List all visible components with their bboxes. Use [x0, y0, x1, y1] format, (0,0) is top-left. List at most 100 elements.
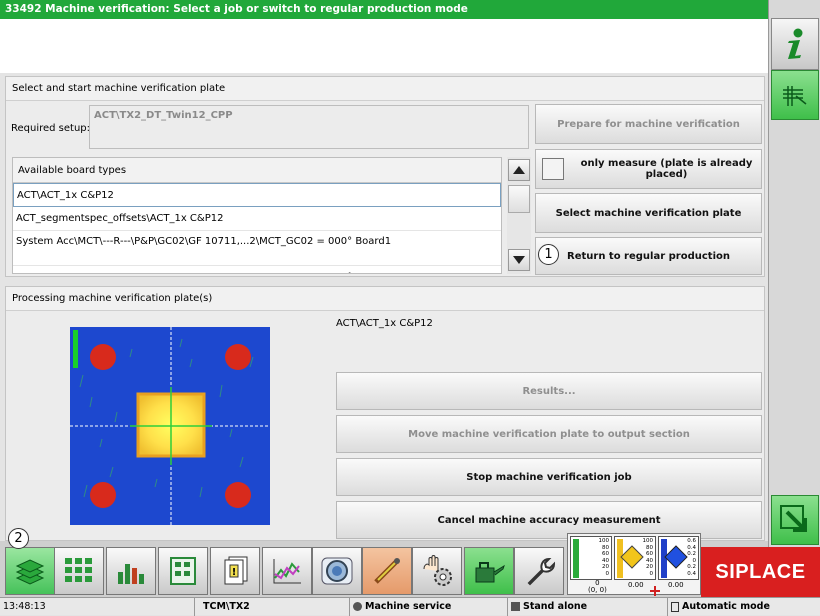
gauge-a: 100 80 60 40 20 0 — [570, 536, 612, 580]
return-production-button[interactable]: Return to regular production — [535, 237, 762, 275]
arrow-down-right-icon — [780, 505, 807, 532]
board-type-list[interactable]: Available board types ACT\ACT_1x C&P12 A… — [12, 157, 502, 274]
plate-camera-image — [70, 327, 270, 525]
board-list-header: Available board types — [13, 158, 501, 183]
marker-one: 1 — [538, 244, 559, 265]
hand-gear-icon — [423, 555, 452, 586]
right-toolbar — [768, 0, 820, 597]
scale-tick: 0.2 — [687, 551, 696, 557]
camera-lens-icon — [321, 557, 353, 585]
taskbar-tools-button[interactable] — [362, 547, 412, 595]
taskbar-wrench-button[interactable] — [514, 547, 564, 595]
required-setup-label: Required setup: — [11, 123, 91, 134]
user-icon — [353, 602, 362, 611]
wrench-icon — [527, 557, 555, 586]
crosshair-icon — [650, 586, 660, 596]
only-measure-checkbox[interactable]: only measure (plate is already placed) — [535, 149, 762, 189]
bar-chart-icon — [118, 564, 144, 584]
current-board-label: ACT\ACT_1x C&P12 — [336, 318, 433, 329]
scale-tick: 0 — [605, 570, 610, 577]
list-item[interactable]: System Acc\MCT\---R---\P&P\GC02\GF 10711… — [13, 266, 501, 273]
checkbox-box[interactable] — [542, 158, 564, 180]
marker-two: 2 — [8, 528, 29, 549]
taskbar-board-button[interactable] — [158, 547, 208, 595]
board-icon — [170, 557, 196, 585]
scale-tick: 100 — [642, 538, 654, 544]
gauge-c-scale: 0.6 0.4 0.2 0 0.2 0.4 — [687, 538, 696, 577]
scroll-down-button[interactable] — [508, 249, 530, 271]
scale-tick: 0.6 — [687, 538, 696, 544]
taskbar-stack-button[interactable] — [5, 547, 55, 595]
setup-section: Select and start machine verification pl… — [5, 76, 765, 277]
status-bar: 13:48:13 TCM\TX2 Machine service Stand a… — [0, 597, 820, 616]
list-item[interactable]: ACT\ACT_1x C&P12 — [13, 183, 501, 207]
status-standalone: Stand alone — [508, 598, 668, 616]
info-icon — [788, 28, 803, 59]
gauge-a-readout: 0 (0, 0) — [588, 580, 607, 594]
status-line: TCM\TX2 — [195, 598, 350, 616]
plate-view-button[interactable] — [771, 70, 819, 120]
scroll-thumb[interactable] — [508, 185, 530, 213]
prepare-verification-button[interactable]: Prepare for machine verification — [535, 104, 762, 144]
gauge-a-bar — [573, 539, 579, 578]
list-scrollbar[interactable] — [507, 157, 531, 274]
status-mode-label: Automatic mode — [682, 601, 770, 612]
gauge-b: 100 80 60 40 20 0 — [614, 536, 656, 580]
tools-icon — [374, 558, 400, 584]
diamond-blue-icon — [664, 545, 688, 569]
message-area — [0, 19, 768, 73]
gauge-panel: 100 80 60 40 20 0 100 80 60 40 20 0 0.6 … — [567, 533, 701, 596]
main-taskbar: 2 ! 100 80 60 40 20 0 100 80 60 40 20 0 … — [0, 528, 820, 597]
triangle-up-icon — [513, 166, 525, 174]
mode-icon — [671, 601, 679, 612]
scale-tick: 100 — [598, 538, 610, 544]
status-service-label: Machine service — [365, 601, 452, 612]
grid-icon — [65, 558, 92, 582]
taskbar-camera-button[interactable] — [312, 547, 362, 595]
select-plate-button[interactable]: Select machine verification plate — [535, 193, 762, 233]
taskbar-warning-button[interactable]: ! — [210, 547, 260, 595]
gauge-c: 0.6 0.4 0.2 0 0.2 0.4 — [658, 536, 699, 580]
taskbar-settings-button[interactable] — [412, 547, 462, 595]
required-setup-field: ACT\TX2_DT_Twin12_CPP — [89, 105, 529, 149]
list-item[interactable]: System Acc\MCT\---R---\P&P\GC02\GF 10711… — [13, 231, 501, 266]
level-bar — [73, 330, 78, 368]
status-service: Machine service — [350, 598, 508, 616]
setup-heading: Select and start machine verification pl… — [6, 77, 764, 101]
scale-tick: 0.4 — [687, 570, 696, 577]
gauge-b-value: 0.00 — [628, 581, 644, 589]
svg-text:!: ! — [232, 567, 237, 578]
trend-chart-icon — [273, 559, 301, 584]
status-time: 13:48:13 — [0, 598, 195, 616]
only-measure-label: only measure (plate is already placed) — [580, 158, 753, 180]
taskbar-chart-button[interactable] — [106, 547, 156, 595]
window-title: 33492 Machine verification: Select a job… — [0, 0, 768, 19]
scroll-up-button[interactable] — [508, 159, 530, 181]
gauge-a-coord: (0, 0) — [588, 586, 607, 594]
scale-tick: 0 — [649, 570, 654, 577]
info-button[interactable] — [771, 18, 819, 70]
triangle-down-icon — [513, 256, 525, 264]
oil-can-icon — [475, 562, 505, 583]
machine-icon — [511, 602, 520, 611]
taskbar-grid-button[interactable] — [54, 547, 104, 595]
siplace-logo: SIPLACE — [701, 547, 820, 597]
gauge-b-scale: 100 80 60 40 20 0 — [643, 538, 654, 577]
diamond-yellow-icon — [620, 545, 644, 569]
stack-icon — [15, 559, 45, 585]
processing-heading: Processing machine verification plate(s) — [6, 287, 764, 311]
gauge-a-scale: 100 80 60 40 20 0 — [599, 538, 610, 577]
warning-doc-icon: ! — [224, 556, 248, 585]
taskbar-trend-button[interactable] — [262, 547, 312, 595]
stop-job-button[interactable]: Stop machine verification job — [336, 458, 762, 496]
move-plate-button[interactable]: Move machine verification plate to outpu… — [336, 415, 762, 453]
taskbar-oil-button[interactable] — [464, 547, 514, 595]
status-standalone-label: Stand alone — [523, 601, 588, 612]
results-button[interactable]: Results... — [336, 372, 762, 410]
gauge-c-value: 0.00 — [668, 581, 684, 589]
list-item[interactable]: ACT_segmentspec_offsets\ACT_1x C&P12 — [13, 207, 501, 231]
scale-tick: 0.2 — [687, 564, 696, 570]
grid-target-icon — [783, 86, 807, 106]
next-arrow-button[interactable] — [771, 495, 819, 545]
status-mode: Automatic mode — [668, 598, 820, 616]
